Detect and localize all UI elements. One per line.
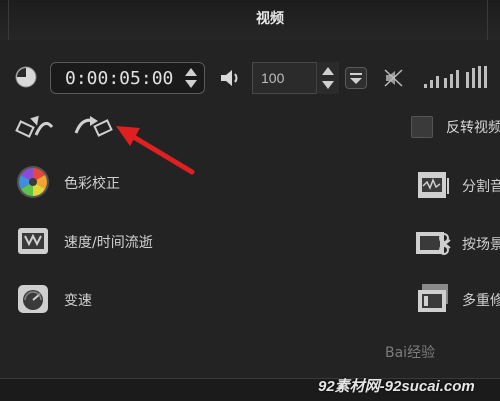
clock-icon [15,66,37,88]
variable-speed-button[interactable]: 变速 [16,282,156,316]
tab-divider-right [487,0,500,40]
audio-level-bars-icon[interactable] [422,64,492,90]
scene-split-icon [416,232,451,255]
speed-time-lapse-label: 速度/时间流逝 [64,235,153,251]
reverse-video-label: 反转视频 [446,120,500,136]
color-wheel-icon [17,166,49,198]
speed-time-lapse-button[interactable]: 速度/时间流逝 [16,224,196,258]
video-options-panel: 视频 0:00:05:00 100 反转视频 色彩校正 速度/时间流逝 变速 分… [0,0,500,378]
volume-dropdown-button[interactable] [345,67,367,89]
volume-spinner[interactable] [316,62,339,94]
volume-spin-arrows-icon [322,67,334,89]
multi-trim-button[interactable]: 多重修 [414,282,500,316]
rotate-right-icon[interactable] [72,113,114,141]
panel-tab-bar: 视频 [0,0,500,40]
site-watermark: 92素材网-92sucai.com [318,378,475,395]
multi-trim-icon [418,284,448,312]
rotate-left-icon[interactable] [14,113,56,141]
duration-timecode-field[interactable]: 0:00:05:00 [50,62,205,94]
multi-trim-label: 多重修 [462,293,500,309]
baidu-watermark: Bai经验 [385,345,436,361]
split-audio-label: 分割音 [462,179,500,195]
timecode-spin-arrows[interactable] [184,65,198,91]
reverse-video-checkbox[interactable] [411,116,433,138]
volume-icon[interactable] [218,66,244,90]
film-speed-icon [18,228,48,254]
color-correction-button[interactable]: 色彩校正 [16,165,176,199]
split-by-scene-label: 按场景 [462,237,500,253]
tab-divider-left [0,0,9,40]
chevron-down-icon [350,73,362,84]
tab-video-title[interactable]: 视频 [256,8,284,28]
color-correction-label: 色彩校正 [64,176,120,192]
split-audio-icon [418,172,449,198]
mute-icon[interactable] [382,66,408,90]
split-audio-button[interactable]: 分割音 [414,168,500,202]
duration-timecode-value: 0:00:05:00 [65,68,174,89]
variable-speed-label: 变速 [64,293,92,309]
split-by-scene-button[interactable]: 按场景 [414,226,500,260]
speedometer-icon [18,285,48,313]
volume-value: 100 [261,70,285,86]
